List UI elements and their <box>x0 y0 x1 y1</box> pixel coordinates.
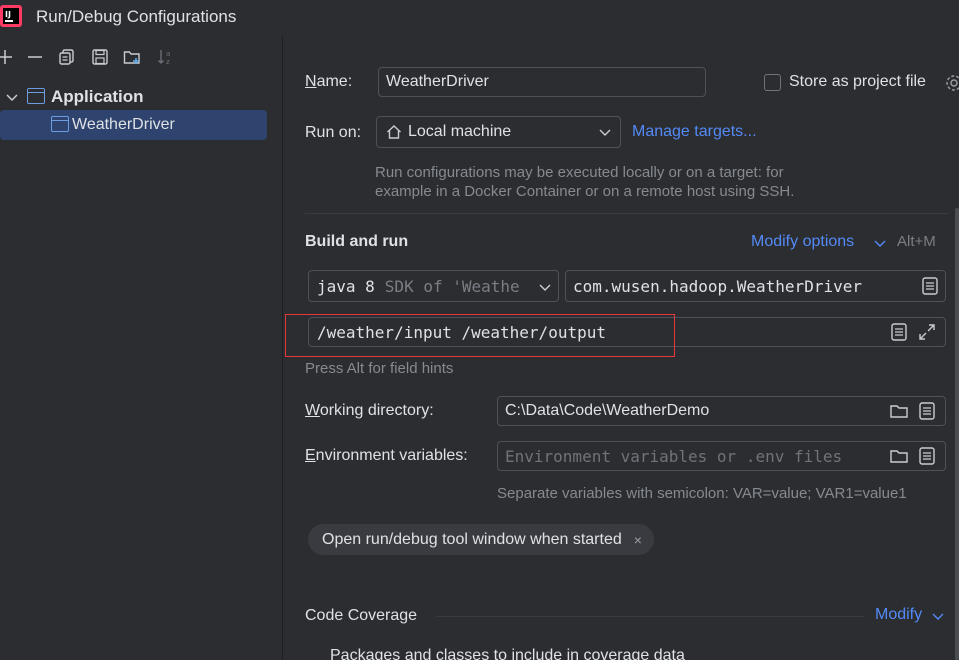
application-icon <box>27 88 45 104</box>
chevron-down-icon <box>538 279 552 293</box>
config-toolbar: az <box>0 46 283 70</box>
sort-icon[interactable]: az <box>155 46 177 68</box>
name-label: Name: <box>305 73 353 90</box>
folder-icon[interactable] <box>889 401 909 421</box>
store-as-project-label: Store as project file <box>789 73 926 90</box>
document-icon[interactable] <box>889 322 909 342</box>
main-class-input[interactable]: com.wusen.hadoop.WeatherDriver <box>565 270 946 302</box>
run-on-label: Run on: <box>305 124 362 141</box>
add-icon[interactable] <box>0 46 16 68</box>
scrollbar[interactable] <box>955 208 959 660</box>
svg-text:IJ: IJ <box>5 10 11 19</box>
environment-variables-hint: Separate variables with semicolon: VAR=v… <box>497 485 907 502</box>
name-input[interactable]: WeatherDriver <box>378 67 706 97</box>
chevron-down-icon[interactable] <box>873 236 887 250</box>
working-directory-input[interactable]: C:\Data\Code\WeatherDemo <box>497 396 946 426</box>
close-icon[interactable]: × <box>634 532 642 548</box>
run-on-hint-line2: example in a Docker Container or on a re… <box>375 183 795 200</box>
main-class-value: com.wusen.hadoop.WeatherDriver <box>573 276 862 296</box>
code-coverage-divider <box>436 616 864 617</box>
environment-variables-placeholder: Environment variables or .env files <box>505 446 843 466</box>
intellij-logo-icon: IJ <box>0 5 22 27</box>
folder-add-icon[interactable] <box>121 46 143 68</box>
coverage-subtitle: Packages and classes to include in cover… <box>330 647 685 660</box>
tree-item-weatherdriver[interactable]: WeatherDriver <box>0 110 267 140</box>
java-version: java 8 <box>317 276 375 296</box>
remove-icon[interactable] <box>24 46 46 68</box>
chip-label: Open run/debug tool window when started <box>322 530 622 548</box>
highlight-box <box>285 314 675 357</box>
jre-select[interactable]: java 8 SDK of 'Weathe <box>308 270 559 302</box>
manage-targets-link[interactable]: Manage targets... <box>632 123 757 141</box>
run-on-value: Local machine <box>408 123 512 140</box>
sdk-text: SDK of 'Weathe <box>384 276 520 296</box>
application-icon <box>51 116 69 132</box>
document-icon[interactable] <box>917 401 937 421</box>
environment-variables-label: Environment variables: <box>305 447 468 464</box>
configurations-sidebar: az Application WeatherDriver <box>0 36 283 660</box>
configuration-editor: Name: WeatherDriver Store as project fil… <box>284 36 959 660</box>
save-icon[interactable] <box>89 46 111 68</box>
gear-icon[interactable] <box>944 73 959 93</box>
folder-icon[interactable] <box>889 446 909 466</box>
modify-options-shortcut: Alt+M <box>897 233 936 250</box>
modify-options-link[interactable]: Modify options <box>751 233 854 251</box>
home-icon <box>385 123 403 141</box>
chevron-down-icon <box>598 125 612 139</box>
field-hint-text: Press Alt for field hints <box>305 360 454 377</box>
tree-item-label: WeatherDriver <box>72 116 175 133</box>
code-coverage-title: Code Coverage <box>305 607 418 624</box>
store-as-project-checkbox[interactable] <box>764 74 781 91</box>
run-on-hint-line1: Run configurations may be executed local… <box>375 164 784 181</box>
run-on-select[interactable]: Local machine <box>376 116 621 148</box>
environment-variables-input[interactable]: Environment variables or .env files <box>497 441 946 471</box>
working-directory-label: Working directory: <box>305 402 434 419</box>
tree-group-application[interactable]: Application <box>0 82 283 112</box>
document-icon[interactable] <box>917 446 937 466</box>
title-bar: IJ Run/Debug Configurations <box>0 0 959 36</box>
expand-icon[interactable] <box>917 322 937 342</box>
svg-text:a: a <box>166 50 170 58</box>
coverage-modify-link[interactable]: Modify <box>875 606 922 624</box>
chevron-down-icon[interactable] <box>4 89 20 105</box>
build-and-run-title: Build and run <box>305 233 409 250</box>
document-icon[interactable] <box>920 276 940 296</box>
working-directory-value: C:\Data\Code\WeatherDemo <box>505 402 710 419</box>
svg-text:z: z <box>166 58 170 66</box>
tree-group-label: Application <box>51 87 144 106</box>
chevron-down-icon[interactable] <box>931 609 945 623</box>
section-divider <box>305 213 949 214</box>
window-title: Run/Debug Configurations <box>36 7 237 26</box>
open-tool-window-chip[interactable]: Open run/debug tool window when started … <box>308 524 654 555</box>
copy-icon[interactable] <box>56 46 78 68</box>
